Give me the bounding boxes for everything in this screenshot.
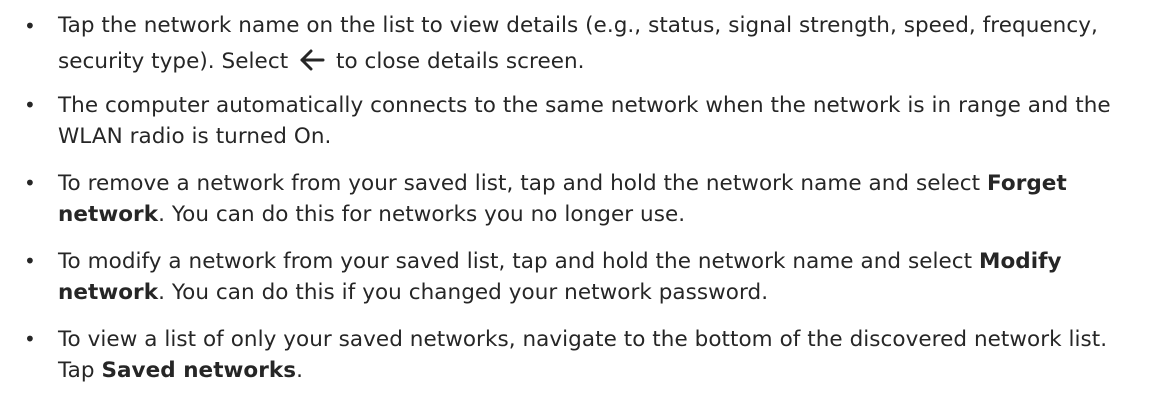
bullet-marker: • (24, 171, 36, 195)
bullet-marker: • (24, 93, 36, 117)
bullet-marker: • (24, 327, 36, 351)
item-text: . You can do this if you changed your ne… (158, 280, 769, 305)
bullet-item-auto-connect: • The computer automatically connects to… (0, 90, 1153, 152)
back-arrow-icon (300, 49, 325, 71)
bullet-item-saved-networks: • To view a list of only your saved netw… (0, 324, 1153, 386)
item-text: To remove a network from your saved list… (58, 171, 988, 196)
saved-networks-label: Saved networks (101, 358, 297, 383)
item-text: . You can do this for networks you no lo… (158, 202, 686, 227)
bullet-item-modify-network: • To modify a network from your saved li… (0, 246, 1153, 308)
item-text: To modify a network from your saved list… (58, 249, 980, 274)
bullet-list: • Tap the network name on the list to vi… (0, 8, 1153, 386)
bullet-marker: • (24, 249, 36, 273)
bullet-item-view-details: • Tap the network name on the list to vi… (0, 8, 1153, 80)
bullet-item-forget-network: • To remove a network from your saved li… (0, 168, 1153, 230)
document-page: • Tap the network name on the list to vi… (0, 0, 1153, 420)
item-text: to close details screen. (329, 49, 585, 74)
bullet-marker: • (24, 14, 36, 38)
item-text: . (296, 358, 303, 383)
item-text: The computer automatically connects to t… (58, 93, 1111, 149)
